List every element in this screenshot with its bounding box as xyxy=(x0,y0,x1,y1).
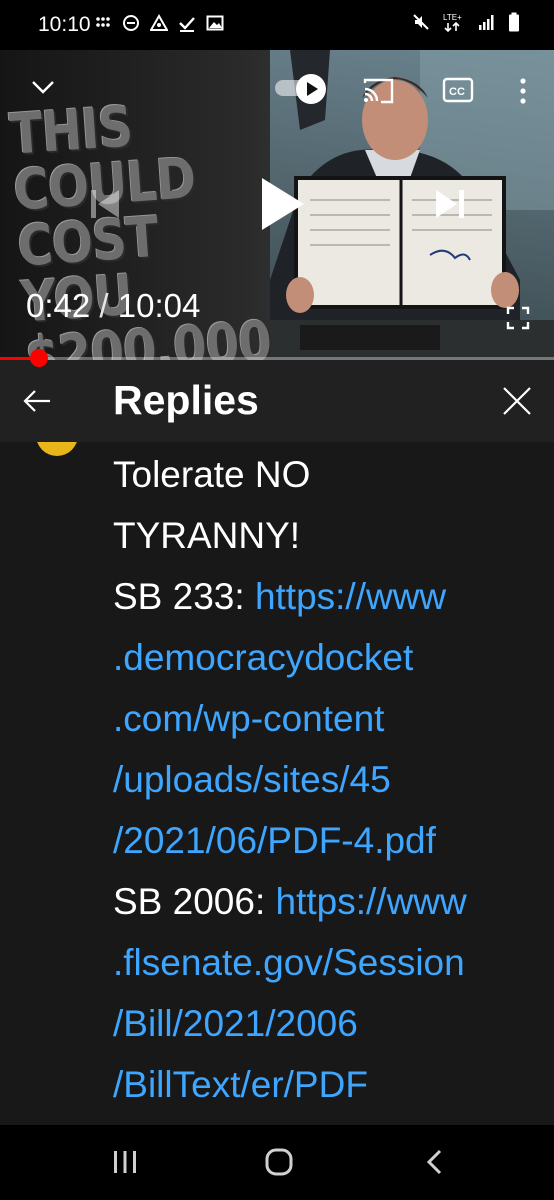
back-icon[interactable] xyxy=(420,1147,450,1177)
comment-link[interactable]: /uploads/sites/45 xyxy=(113,759,391,800)
do-not-disturb-icon xyxy=(123,15,139,31)
more-options-icon[interactable] xyxy=(518,77,528,105)
back-arrow-icon[interactable] xyxy=(20,384,54,418)
battery-icon xyxy=(509,12,519,32)
comment-link[interactable]: https://www xyxy=(255,576,446,617)
grid-dots-icon xyxy=(96,17,110,27)
comment-text-segment: Tolerate NO xyxy=(113,454,311,495)
autoplay-play-icon xyxy=(296,74,326,104)
comment-line: .com/wp-content xyxy=(113,688,543,749)
video-player[interactable]: THIS COULD COST YOU $200,000 CC 0:42 / 1… xyxy=(0,50,554,360)
replies-title: Replies xyxy=(113,377,259,423)
progress-scrubber[interactable] xyxy=(29,349,48,367)
reply-content[interactable]: Tolerate NO TYRANNY! SB 233: https://www .d… xyxy=(0,442,554,1125)
status-time: 10:10 xyxy=(38,13,91,36)
comment-line: Tolerate NO xyxy=(113,444,543,505)
comment-text-segment: TYRANNY! xyxy=(113,515,301,556)
captions-icon[interactable]: CC xyxy=(442,77,474,103)
comment-body: Tolerate NO TYRANNY! SB 233: https://www .d… xyxy=(113,444,543,1115)
mute-icon xyxy=(413,14,429,30)
status-bar: 10:10 LTE+ xyxy=(0,0,554,50)
comment-link[interactable]: .flsenate.gov/Session xyxy=(113,942,465,983)
comment-line: /uploads/sites/45 xyxy=(113,749,543,810)
play-icon[interactable] xyxy=(258,176,306,232)
comment-link[interactable]: /2021/06/PDF-4.pdf xyxy=(113,820,436,861)
comment-line: /BillText/er/PDF xyxy=(113,1054,543,1115)
svg-text:CC: CC xyxy=(449,86,465,98)
replies-header: Replies xyxy=(0,360,554,442)
comment-line: .democracydocket xyxy=(113,627,543,688)
current-time: 0:42 xyxy=(26,287,91,324)
signal-bars-icon xyxy=(479,15,494,30)
comment-link[interactable]: .com/wp-content xyxy=(113,698,384,739)
comment-line: .flsenate.gov/Session xyxy=(113,932,543,993)
comment-link[interactable]: .democracydocket xyxy=(113,637,413,678)
lte-signal-icon: LTE+ xyxy=(443,13,462,32)
comment-line: /2021/06/PDF-4.pdf xyxy=(113,810,543,871)
navigation-bar xyxy=(0,1125,554,1200)
playback-time: 0:42 / 10:04 xyxy=(26,287,200,325)
duration: 10:04 xyxy=(117,287,201,324)
alert-triangle-icon xyxy=(150,14,168,31)
collapse-chevron-icon[interactable] xyxy=(30,78,56,96)
comment-link[interactable]: https://www xyxy=(276,881,467,922)
comment-text-segment: SB 233: xyxy=(113,576,255,617)
autoplay-toggle[interactable] xyxy=(275,74,331,104)
avatar[interactable] xyxy=(36,442,78,456)
progress-bar[interactable] xyxy=(0,349,554,367)
image-icon xyxy=(206,15,224,31)
comment-line: SB 233: https://www xyxy=(113,566,543,627)
home-icon[interactable] xyxy=(264,1147,294,1177)
comment-line: TYRANNY! xyxy=(113,505,543,566)
comment-line: /Bill/2021/2006 xyxy=(113,993,543,1054)
comment-link[interactable]: /BillText/er/PDF xyxy=(113,1064,368,1105)
close-icon[interactable] xyxy=(500,384,534,418)
fullscreen-icon[interactable] xyxy=(506,306,530,330)
svg-text:LTE+: LTE+ xyxy=(443,13,462,22)
cast-icon[interactable] xyxy=(361,77,395,105)
comment-text-segment: SB 2006: xyxy=(113,881,276,922)
comment-link[interactable]: /Bill/2021/2006 xyxy=(113,1003,358,1044)
checkmark-icon xyxy=(179,17,195,32)
previous-icon[interactable] xyxy=(88,186,122,222)
time-separator: / xyxy=(99,287,109,324)
comment-line: SB 2006: https://www xyxy=(113,871,543,932)
next-icon[interactable] xyxy=(433,186,467,222)
recent-apps-icon[interactable] xyxy=(110,1147,140,1177)
